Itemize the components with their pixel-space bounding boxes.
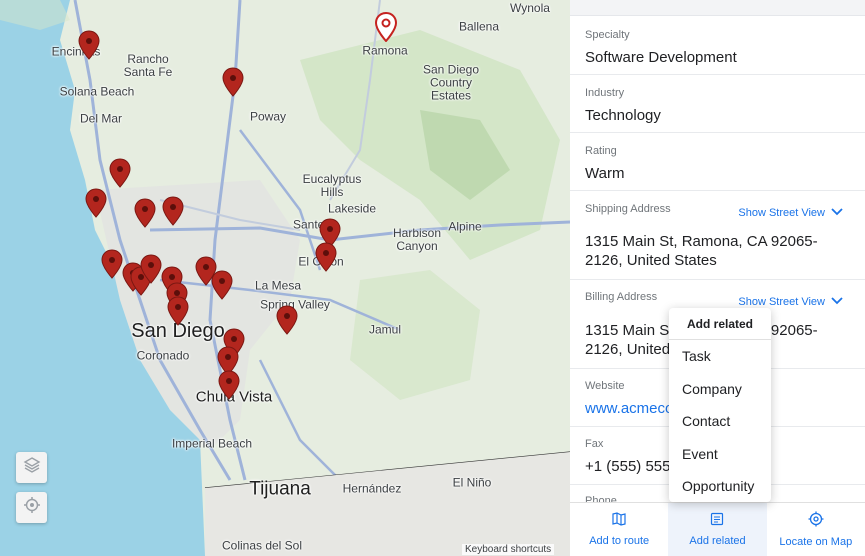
menu-item-opportunity[interactable]: Opportunity: [669, 470, 771, 503]
add-related-label: Add related: [689, 535, 746, 547]
field-value: 1315 Main St, Ramona, CA 92065-2126, Uni…: [585, 233, 818, 269]
place-label: El Niño: [452, 475, 492, 490]
menu-title: Add related: [669, 308, 771, 340]
add-to-route-button[interactable]: Add to route: [570, 503, 668, 556]
location-pin[interactable]: [109, 158, 131, 188]
add-related-menu: Add related Task Company Contact Event O…: [669, 308, 771, 502]
place-label: Alpine: [448, 219, 482, 234]
show-street-view-label: Show Street View: [738, 296, 825, 308]
location-pin[interactable]: [276, 305, 298, 335]
place-label: Wynola: [510, 1, 550, 15]
place-label: Ballena: [458, 19, 500, 34]
locate-on-map-label: Locate on Map: [779, 536, 853, 548]
place-label: Hernández: [342, 481, 402, 496]
location-pin[interactable]: [218, 370, 240, 400]
place-label: Solana Beach: [59, 84, 135, 99]
location-pin[interactable]: [315, 242, 337, 272]
menu-item-company[interactable]: Company: [669, 373, 771, 406]
location-pin[interactable]: [222, 67, 244, 97]
place-label: Del Mar: [79, 111, 123, 126]
map-view[interactable]: Encinitas Rancho Santa Fe Solana Beach D…: [0, 0, 570, 556]
target-icon: [808, 511, 824, 530]
place-label: Tijuana: [249, 478, 311, 500]
field-value: Warm: [585, 165, 625, 182]
location-pin[interactable]: [78, 30, 100, 60]
place-label: Imperial Beach: [171, 436, 253, 451]
field-label: Industry: [585, 87, 625, 99]
place-label: Eucalyptus Hills: [302, 172, 362, 199]
keyboard-shortcuts-link[interactable]: Keyboard shortcuts: [462, 544, 555, 555]
place-label: Colinas del Sol: [221, 538, 303, 553]
place-label: La Mesa: [254, 278, 302, 293]
menu-item-event[interactable]: Event: [669, 438, 771, 471]
selected-location-pin[interactable]: [375, 12, 397, 42]
field-label: Rating: [585, 145, 617, 157]
place-label: San Diego Country Estates: [422, 62, 480, 103]
show-street-view-button[interactable]: Show Street View: [738, 207, 843, 219]
field-shipping-address: Shipping Address Show Street View 1315 M…: [570, 191, 865, 280]
field-specialty: Specialty Software Development: [570, 17, 865, 75]
place-label: Jamul: [368, 322, 402, 337]
location-pin[interactable]: [101, 249, 123, 279]
place-label: Harbison Canyon: [392, 226, 442, 253]
add-related-button[interactable]: Add related: [668, 503, 767, 556]
layers-icon: [23, 456, 41, 479]
show-street-view-button[interactable]: Show Street View: [738, 296, 843, 308]
menu-item-task[interactable]: Task: [669, 340, 771, 373]
field-value: Technology: [585, 107, 661, 124]
location-pin[interactable]: [140, 254, 162, 284]
field-value: Software Development: [585, 49, 737, 66]
field-label: Specialty: [585, 29, 630, 41]
location-pin[interactable]: [211, 270, 233, 300]
location-pin[interactable]: [162, 196, 184, 226]
my-location-icon: [23, 496, 41, 519]
field-rating: Rating Warm: [570, 133, 865, 191]
location-pin[interactable]: [134, 198, 156, 228]
place-label: Rancho Santa Fe: [123, 52, 173, 79]
place-label: Coronado: [136, 348, 190, 363]
place-label: Ramona: [362, 43, 408, 58]
show-street-view-label: Show Street View: [738, 207, 825, 219]
action-bar: Add to route Add related Locate on Map: [570, 502, 865, 556]
location-pin[interactable]: [85, 188, 107, 218]
place-label: Poway: [249, 109, 287, 124]
add-related-icon: [710, 512, 724, 529]
layers-button[interactable]: [16, 452, 47, 483]
chevron-down-icon: [831, 207, 843, 219]
chevron-down-icon: [831, 296, 843, 308]
my-location-button[interactable]: [16, 492, 47, 523]
place-label: Lakeside: [327, 201, 377, 216]
locate-on-map-button[interactable]: Locate on Map: [767, 503, 865, 556]
panel-top-strip: [570, 0, 865, 16]
map-route-icon: [612, 512, 626, 529]
add-to-route-label: Add to route: [589, 535, 650, 547]
field-industry: Industry Technology: [570, 75, 865, 133]
menu-item-contact[interactable]: Contact: [669, 405, 771, 438]
location-pin[interactable]: [167, 296, 189, 326]
